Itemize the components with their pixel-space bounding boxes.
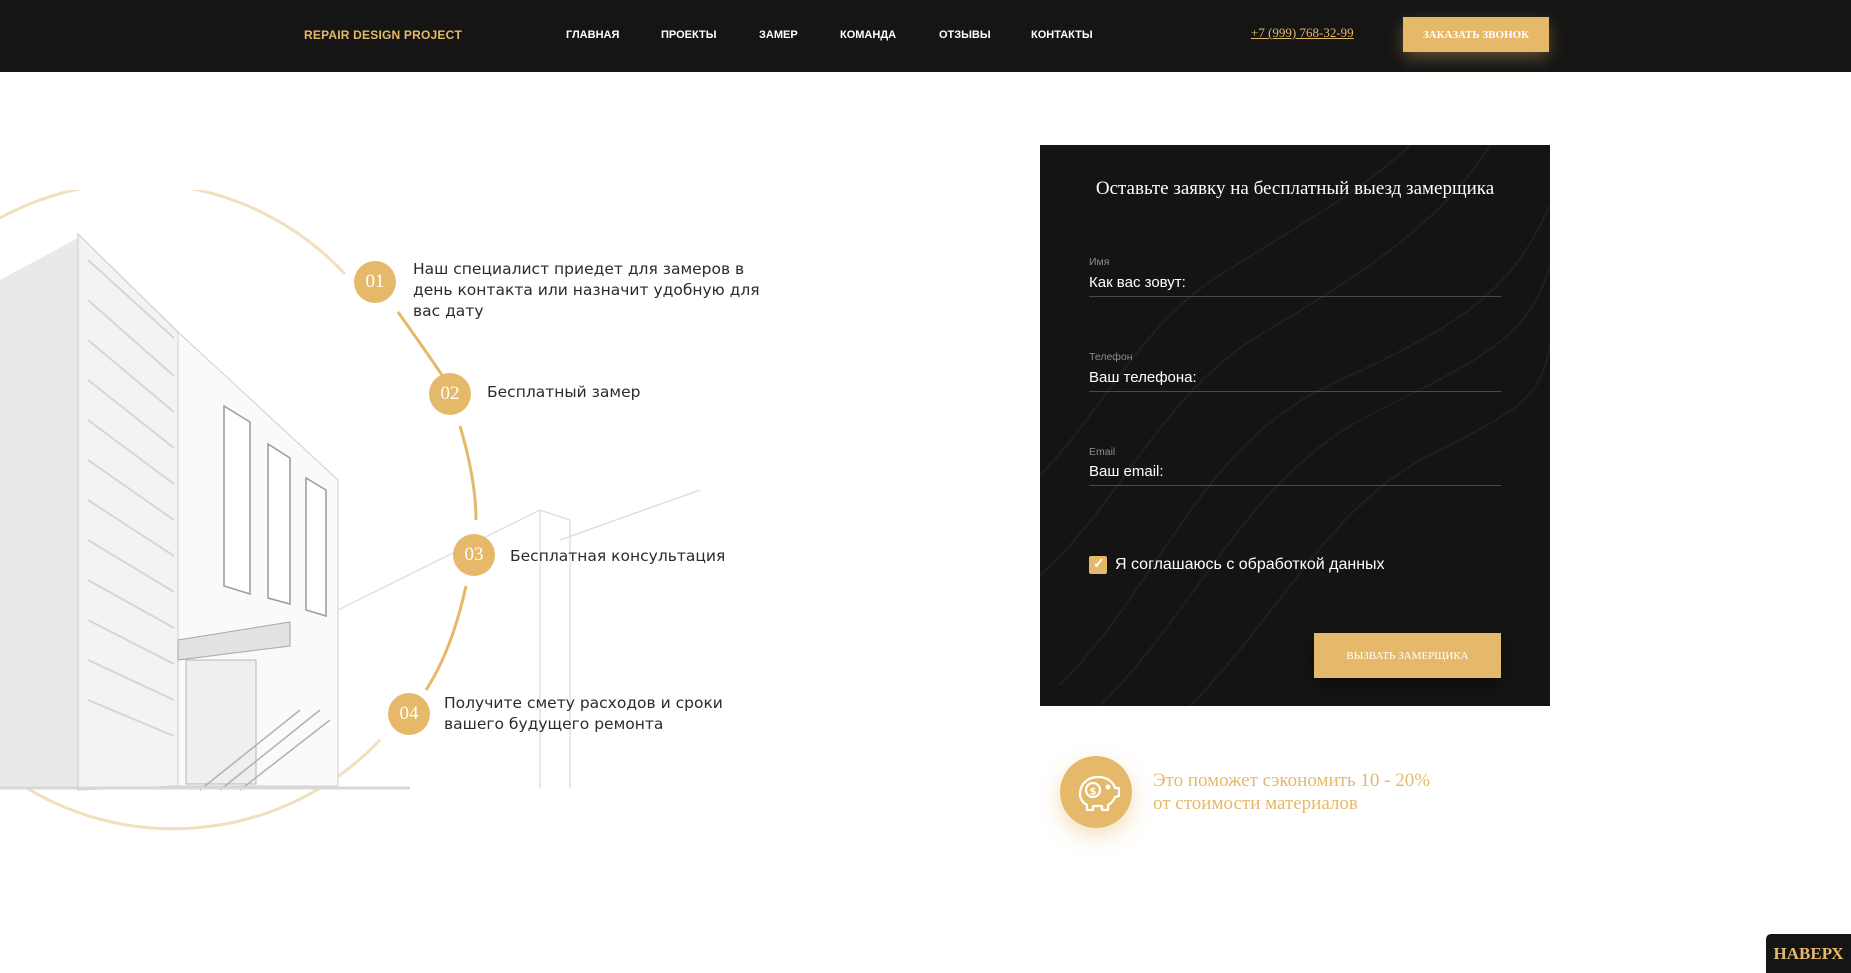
nav-link-projects[interactable]: ПРОЕКТЫ — [661, 29, 716, 41]
step-text-04: Получите смету расходов и сроки вашего б… — [444, 694, 723, 733]
back-to-top-button[interactable]: НАВЕРХ — [1766, 934, 1851, 973]
nav-link-reviews[interactable]: ОТЗЫВЫ — [939, 29, 991, 41]
steps-section: 01 Наш специалист приедет для замеров в … — [0, 190, 760, 850]
name-input[interactable] — [1089, 268, 1501, 297]
nav-link-home[interactable]: ГЛАВНАЯ — [566, 29, 619, 41]
nav-link-measure[interactable]: ЗАМЕР — [759, 29, 798, 41]
step-number-02: 02 — [429, 373, 471, 415]
step-number-01: 01 — [354, 261, 396, 303]
step-text-03: Бесплатная консультация — [510, 547, 726, 565]
form-title: Оставьте заявку на бесплатный выезд заме… — [1095, 178, 1495, 199]
site-header: REPAIR DESIGN PROJECT ГЛАВНАЯ ПРОЕКТЫ ЗА… — [0, 0, 1851, 72]
step-text-01: Наш специалист приедет для замеров в ден… — [413, 260, 760, 320]
piggy-bank-icon: $ — [1060, 756, 1132, 828]
call-measurer-button[interactable]: ВЫЗВАТЬ ЗАМЕРЩИКА — [1314, 633, 1501, 678]
consent-label[interactable]: Я соглашаюсь с обработкой данных — [1115, 556, 1385, 574]
savings-text: Это поможет сэкономить 10 - 20% от стоим… — [1153, 769, 1513, 815]
measure-request-form: Оставьте заявку на бесплатный выезд заме… — [1040, 145, 1550, 706]
order-call-button[interactable]: ЗАКАЗАТЬ ЗВОНОК — [1403, 17, 1549, 52]
phone-link[interactable]: +7 (999) 768-32-99 — [1251, 25, 1354, 41]
form-background-pattern — [1040, 145, 1550, 706]
check-icon: ✓ — [1093, 555, 1105, 571]
svg-text:$: $ — [1090, 787, 1097, 798]
phone-input[interactable] — [1089, 363, 1501, 392]
savings-line-2: от стоимости материалов — [1153, 793, 1358, 814]
step-number-04: 04 — [388, 693, 430, 735]
name-field-label: Имя — [1089, 256, 1110, 268]
email-input[interactable] — [1089, 457, 1501, 486]
step-text-02: Бесплатный замер — [487, 383, 641, 401]
phone-field-label: Телефон — [1089, 351, 1133, 363]
step-number-03: 03 — [453, 534, 495, 576]
logo[interactable]: REPAIR DESIGN PROJECT — [304, 28, 462, 42]
consent-checkbox[interactable]: ✓ — [1089, 555, 1107, 574]
nav-link-team[interactable]: КОМАНДА — [840, 29, 896, 41]
nav-link-contacts[interactable]: КОНТАКТЫ — [1031, 29, 1093, 41]
savings-line-1: Это поможет сэкономить 10 - 20% — [1153, 770, 1431, 791]
